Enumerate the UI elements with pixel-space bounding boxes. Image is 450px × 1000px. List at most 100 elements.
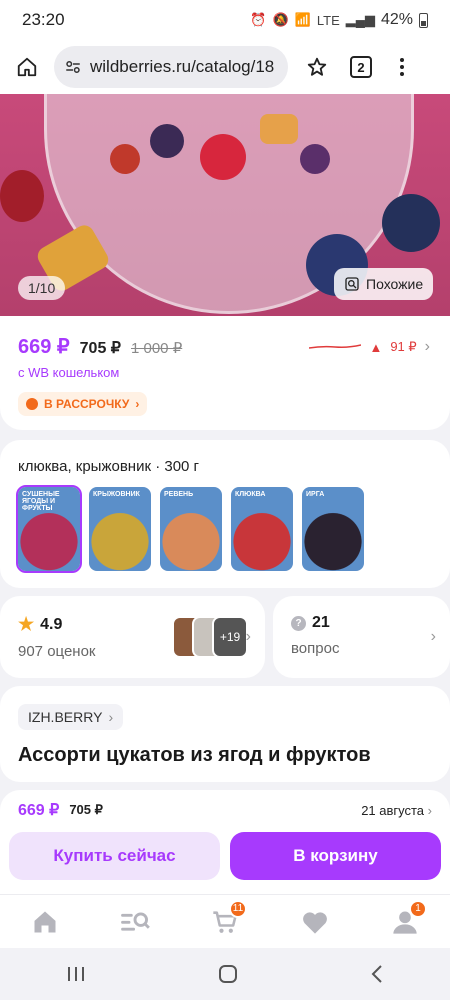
variant-tag: СУШЕНЫЕ ЯГОДЫ И ФРУКТЫ	[22, 491, 60, 512]
status-time: 23:20	[22, 10, 65, 29]
variant-tag: РЕВЕНЬ	[164, 491, 194, 498]
wallet-note: с WB кошельком	[18, 365, 120, 380]
regular-price: 705 ₽	[79, 340, 121, 357]
rating-value: 4.9	[40, 615, 63, 633]
chevron-right-icon: ›	[430, 628, 436, 645]
berry	[200, 134, 246, 180]
purchase-panel: 669 ₽ 705 ₽ 21 августа › Купить сейчас В…	[0, 790, 450, 894]
variant-list: СУШЕНЫЕ ЯГОДЫ И ФРУКТЫ КРЫЖОВНИК РЕВЕНЬ КЛЮ…	[16, 485, 432, 573]
brand-link[interactable]: IZH.BERRY ›	[18, 704, 124, 730]
mute-icon: 🔕	[272, 12, 289, 27]
questions-label: вопрос	[291, 640, 340, 657]
variant-option[interactable]: РЕВЕНЬ	[160, 487, 222, 571]
variant-selector: клюква, крыжовник · 300 г СУШЕНЫЕ ЯГОДЫ …	[0, 440, 450, 588]
status-icons: ⏰ 🔕 📶 LTE ▂▄▆ 42%	[250, 11, 428, 29]
price-history-button[interactable]: ▲ 91 ₽ ›	[309, 338, 430, 356]
variant-tag: КЛЮКВА	[235, 491, 266, 498]
purchase-regular-price: 705 ₽	[69, 802, 103, 817]
site-settings-icon[interactable]	[64, 58, 82, 76]
berry	[300, 144, 330, 174]
installment-button[interactable]: В РАССРОЧКУ ›	[18, 392, 148, 416]
price-card: 669 ₽ 705 ₽ 1 000 ₽ с WB кошельком В РАС…	[0, 316, 450, 430]
chevron-right-icon: ›	[135, 397, 140, 411]
berry	[0, 170, 44, 222]
old-price: 1 000 ₽	[130, 340, 183, 357]
review-photos[interactable]: +19	[172, 616, 248, 658]
bookmark-button[interactable]	[302, 52, 332, 82]
blueberry	[382, 194, 440, 252]
selected-variant-label: клюква, крыжовник · 300 г	[18, 458, 200, 475]
address-bar[interactable]: wildberries.ru/catalog/18	[54, 46, 288, 88]
wallet-price: 669 ₽	[18, 336, 70, 358]
system-navigation-bar	[0, 948, 450, 1000]
nav-cart[interactable]: 11	[205, 899, 247, 940]
wifi-icon: 📶	[294, 12, 311, 27]
buy-now-button[interactable]: Купить сейчас	[9, 832, 220, 880]
url-text: wildberries.ru/catalog/18	[90, 57, 275, 76]
variant-tag: ИРГА	[306, 491, 325, 498]
battery-percent: 42%	[380, 11, 413, 28]
browser-toolbar: wildberries.ru/catalog/18 2	[0, 40, 450, 94]
purchase-summary: 669 ₽ 705 ₽ 21 августа ›	[0, 790, 450, 820]
recent-apps-icon[interactable]	[66, 965, 86, 983]
price-trend-value: 91 ₽	[390, 339, 417, 354]
alarm-icon: ⏰	[250, 12, 267, 27]
gallery-counter: 1/10	[18, 276, 66, 300]
berry	[110, 144, 140, 174]
battery-icon	[419, 12, 428, 28]
similar-button[interactable]: Похожие	[334, 268, 434, 300]
delivery-date-text: 21 августа	[361, 802, 425, 818]
chevron-right-icon: ›	[245, 628, 251, 645]
home-button-icon[interactable]	[218, 964, 238, 984]
tab-switcher-button[interactable]: 2	[350, 56, 372, 78]
chevron-right-icon: ›	[108, 709, 114, 725]
berry	[150, 124, 184, 158]
questions-count-row: ? 21	[291, 614, 432, 632]
rating-card[interactable]: ★ 4.9 907 оценок +19 ›	[0, 596, 265, 678]
installment-label: В РАССРОЧКУ	[44, 397, 130, 411]
purchase-buttons: Купить сейчас В корзину	[0, 820, 450, 880]
menu-dot	[400, 58, 404, 62]
star-icon: ★	[18, 614, 35, 634]
back-icon[interactable]	[370, 964, 384, 984]
variant-option[interactable]: КРЫЖОВНИК	[89, 487, 151, 571]
berry	[260, 114, 298, 144]
add-to-cart-button[interactable]: В корзину	[230, 832, 441, 880]
home-icon	[17, 57, 37, 77]
nav-profile[interactable]: 1	[385, 899, 427, 940]
brand-name: IZH.BERRY	[28, 709, 103, 725]
status-bar: 23:20 ⏰ 🔕 📶 LTE ▂▄▆ 42%	[0, 0, 450, 40]
catalog-search-icon	[121, 911, 150, 931]
cart-badge: 11	[229, 899, 247, 918]
menu-dot	[400, 72, 404, 76]
home-button[interactable]	[12, 52, 42, 82]
star-icon	[307, 57, 327, 76]
variant-option[interactable]: КЛЮКВА	[231, 487, 293, 571]
heart-icon	[303, 911, 327, 934]
more-photos-count: +19	[212, 616, 248, 658]
network-label: LTE	[316, 12, 340, 28]
image-search-icon	[345, 277, 359, 291]
product-title: Ассорти цукатов из ягод и фруктов	[18, 744, 371, 766]
signal-icon: ▂▄▆	[345, 12, 375, 27]
delivery-date[interactable]: 21 августа ›	[361, 803, 432, 818]
question-icon: ?	[291, 615, 306, 631]
product-title-card: IZH.BERRY › Ассорти цукатов из ягод и фр…	[0, 686, 450, 782]
variant-option[interactable]: СУШЕНЫЕ ЯГОДЫ И ФРУКТЫ	[16, 485, 82, 573]
variant-option[interactable]: ИРГА	[302, 487, 364, 571]
chevron-right-icon: ›	[424, 338, 430, 355]
questions-card[interactable]: ? 21 вопрос ›	[273, 596, 450, 678]
product-image-gallery[interactable]: 1/10 Похожие	[0, 94, 450, 316]
profile-badge: 1	[409, 899, 427, 918]
installment-icon	[26, 398, 38, 410]
trend-up-icon: ▲	[369, 339, 383, 355]
price-trend-line	[309, 344, 362, 349]
similar-label: Похожие	[366, 276, 424, 292]
chevron-right-icon: ›	[427, 802, 432, 818]
variant-tag: КРЫЖОВНИК	[93, 491, 140, 498]
nav-favorites[interactable]	[295, 904, 335, 940]
home-icon	[34, 911, 56, 932]
nav-home[interactable]	[25, 904, 65, 940]
nav-catalog[interactable]	[115, 904, 155, 940]
browser-menu-button[interactable]	[400, 58, 404, 76]
